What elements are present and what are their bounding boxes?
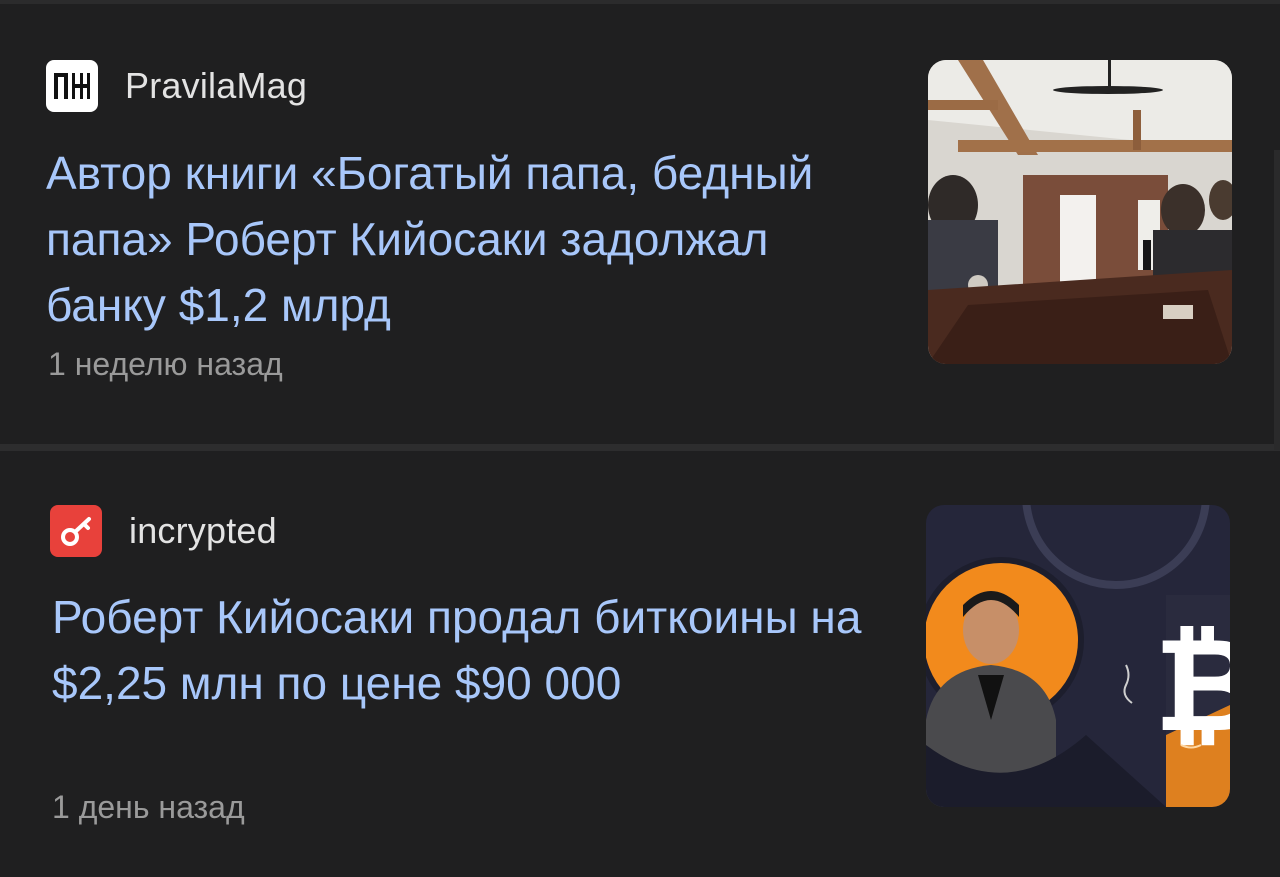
timestamp: 1 день назад <box>52 789 245 825</box>
pravilamag-logo-icon <box>46 60 98 112</box>
svg-text:₿: ₿ <box>1154 609 1230 761</box>
source-name: incrypted <box>129 510 277 551</box>
news-card[interactable]: incrypted Роберт Кийосаки продал биткоин… <box>0 451 1280 877</box>
scrollbar[interactable] <box>1274 150 1280 450</box>
incrypted-logo-icon <box>50 505 102 557</box>
timestamp: 1 неделю назад <box>48 346 283 382</box>
source-row: PravilaMag <box>46 60 307 112</box>
source-name: PravilaMag <box>125 65 308 106</box>
source-row: incrypted <box>50 505 277 557</box>
card-divider <box>0 444 1280 451</box>
meeting-room-photo[interactable] <box>928 60 1232 364</box>
news-card[interactable]: PravilaMag Автор книги «Богатый папа, бе… <box>0 4 1280 444</box>
headline-link[interactable]: Роберт Кийосаки продал биткоины на $2,25… <box>52 584 872 716</box>
headline-link[interactable]: Автор книги «Богатый папа, бедный папа» … <box>46 140 866 338</box>
kiyosaki-bitcoin-image[interactable]: ₿ <box>926 505 1230 807</box>
news-feed: PravilaMag Автор книги «Богатый папа, бе… <box>0 0 1280 877</box>
